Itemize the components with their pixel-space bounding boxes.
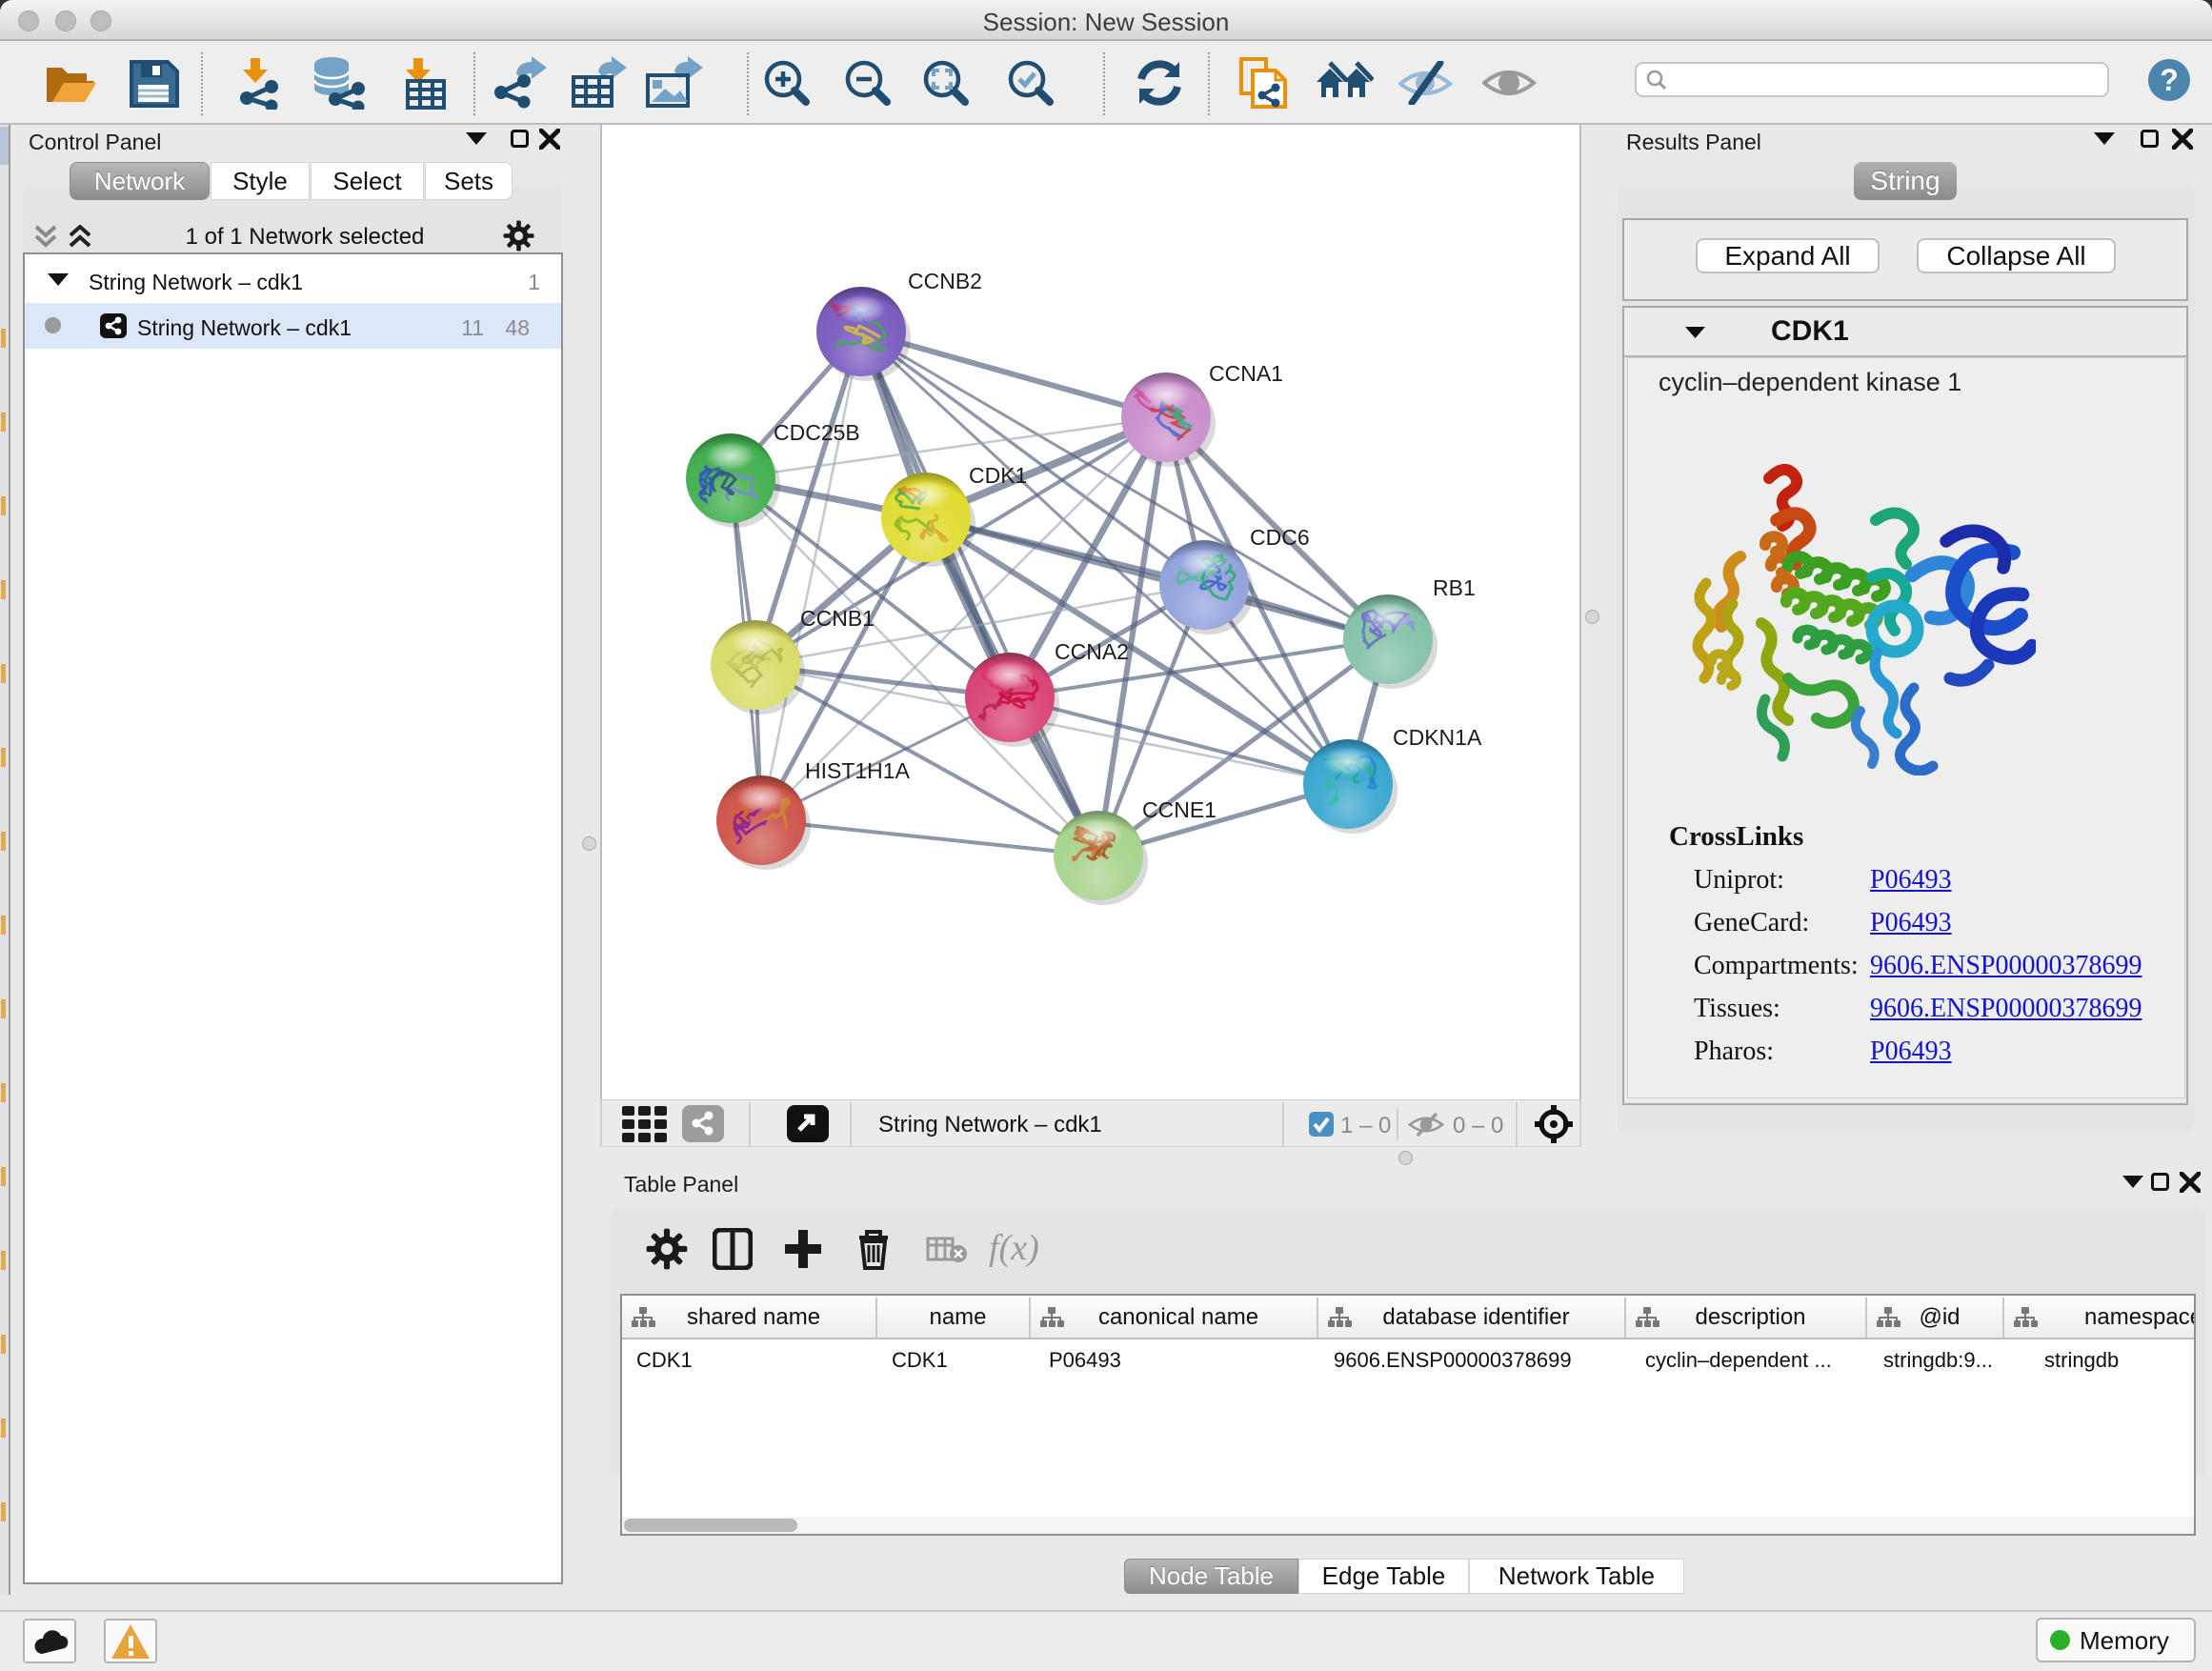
svg-text:CDKN1A: CDKN1A [1393, 725, 1482, 750]
svg-text:RB1: RB1 [1433, 575, 1476, 600]
svg-text:CCNE1: CCNE1 [1142, 797, 1217, 822]
svg-text:CCNB2: CCNB2 [908, 269, 982, 293]
svg-text:CCNB1: CCNB1 [800, 606, 875, 631]
svg-text:CDK1: CDK1 [969, 463, 1027, 488]
svg-text:CDC6: CDC6 [1250, 525, 1310, 550]
svg-text:CCNA2: CCNA2 [1055, 639, 1129, 664]
svg-text:HIST1H1A: HIST1H1A [805, 758, 911, 783]
svg-text:CCNA1: CCNA1 [1209, 361, 1283, 386]
svg-text:?: ? [2160, 63, 2179, 97]
svg-text:CDC25B: CDC25B [774, 420, 860, 445]
